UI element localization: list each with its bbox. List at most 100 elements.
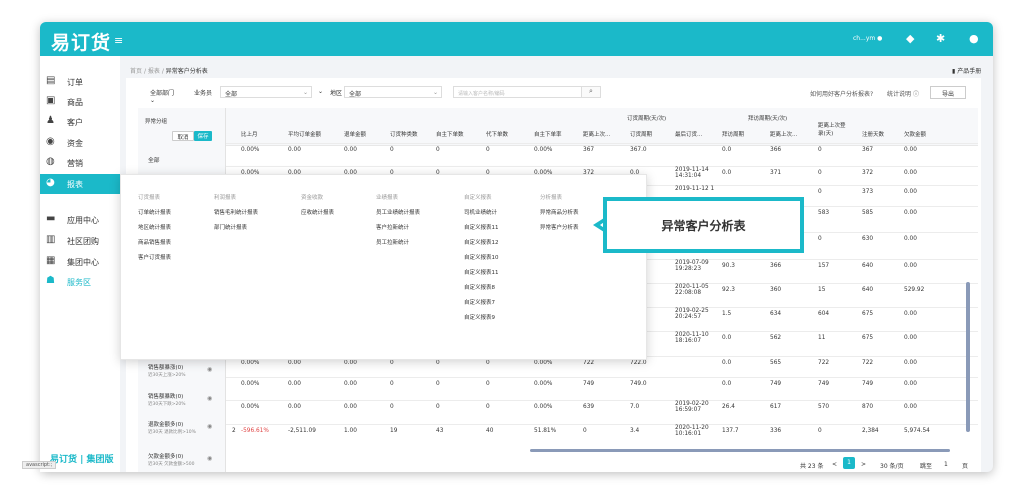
column-header[interactable]: 退单金额 bbox=[344, 130, 366, 138]
vertical-scrollbar[interactable] bbox=[966, 282, 970, 432]
howto-link[interactable]: 如何用好客户分析报表? bbox=[810, 89, 873, 98]
sidebar-item-funds[interactable]: ◉ 资金 bbox=[40, 133, 120, 153]
help-icon: ⓘ bbox=[912, 91, 919, 98]
region-select[interactable]: 全部 ⌄ bbox=[344, 86, 442, 98]
table-cell: 3.4 bbox=[630, 428, 640, 434]
group-item[interactable]: 欠款金额多(0) bbox=[148, 452, 183, 460]
settings-icon[interactable]: ✱ bbox=[936, 32, 945, 45]
table-cell: 0.00 bbox=[904, 147, 917, 153]
column-header[interactable]: 最后订货... bbox=[675, 130, 702, 138]
search-input[interactable]: 请输入客户名称/编码 bbox=[453, 86, 583, 98]
table-cell: 604 bbox=[818, 311, 830, 317]
table-cell: 0 bbox=[818, 147, 822, 153]
column-header[interactable]: 平均订单金额 bbox=[288, 130, 321, 138]
app-logo[interactable]: 易订货 bbox=[51, 28, 111, 55]
table-cell: 0.0 bbox=[722, 170, 732, 176]
column-header[interactable]: 自主下单率 bbox=[534, 130, 562, 138]
dropdown-item[interactable]: 部门统计报表 bbox=[214, 223, 247, 231]
group-item-sub: 近30天上涨>20% bbox=[148, 373, 186, 378]
mobile-icon[interactable]: ◆ bbox=[906, 32, 914, 45]
dropdown-item[interactable]: 自定义报表11 bbox=[464, 268, 499, 276]
dropdown-item[interactable]: 员工业绩统计报表 bbox=[376, 208, 420, 216]
user-name[interactable]: ch...ym ● bbox=[853, 35, 882, 42]
cancel-button[interactable]: 取消 bbox=[172, 131, 194, 141]
dropdown-section-head: 订货报表 bbox=[138, 195, 161, 201]
column-header[interactable]: 注册天数 bbox=[862, 130, 884, 138]
dropdown-item[interactable]: 应收统计报表 bbox=[301, 208, 334, 216]
table-cell: 2019-11-14 14:31:04 bbox=[675, 167, 709, 179]
hamburger-icon[interactable]: ≡ bbox=[114, 34, 123, 47]
column-header[interactable]: 欠款金额 bbox=[904, 130, 926, 138]
breadcrumb-reports[interactable]: 报表 bbox=[148, 68, 160, 75]
notification-icon[interactable]: ● bbox=[969, 32, 979, 45]
table-cell: 0 bbox=[436, 360, 440, 366]
horizontal-scrollbar[interactable] bbox=[530, 449, 950, 452]
table-cell: 43 bbox=[436, 428, 444, 434]
export-button[interactable]: 导出 bbox=[930, 86, 966, 99]
row-divider bbox=[226, 166, 978, 167]
dropdown-item[interactable]: 异常客户分析表 bbox=[540, 223, 579, 231]
dropdown-item[interactable]: 客户订货报表 bbox=[138, 253, 171, 261]
column-header[interactable]: 订货周期 bbox=[630, 130, 652, 138]
column-header[interactable]: 距离上次... bbox=[770, 130, 797, 138]
prev-page-button[interactable]: < bbox=[832, 461, 837, 468]
group-all[interactable]: 全部 bbox=[148, 155, 160, 164]
table-cell: 367.0 bbox=[630, 147, 647, 153]
sidebar-item-group[interactable]: ▦ 集团中心 bbox=[40, 252, 120, 272]
group-item[interactable]: 销售额暴涨(0) bbox=[148, 363, 183, 371]
eye-icon[interactable]: ◉ bbox=[207, 395, 212, 402]
dropdown-item[interactable]: 自定义报表11 bbox=[464, 223, 499, 231]
dropdown-item[interactable]: 自定义报表9 bbox=[464, 313, 495, 321]
sidebar-item-marketing[interactable]: ◍ 营销 bbox=[40, 153, 120, 173]
table-cell: 11 bbox=[818, 335, 826, 341]
column-header[interactable]: 距离上次... bbox=[583, 130, 610, 138]
table-cell: 0 bbox=[486, 404, 490, 410]
dept-select[interactable]: 全部部门 ⌄ bbox=[146, 86, 184, 104]
table-cell: 336 bbox=[770, 428, 782, 434]
page-1-button[interactable]: 1 bbox=[843, 457, 855, 469]
row-divider bbox=[226, 424, 978, 425]
sidebar-item-customers[interactable]: ♟ 客户 bbox=[40, 112, 120, 132]
group-item[interactable]: 退款金额多(0) bbox=[148, 420, 183, 428]
search-icon[interactable]: ⌕ bbox=[581, 86, 601, 98]
save-button[interactable]: 保存 bbox=[194, 131, 212, 141]
dropdown-item[interactable]: 销售毛利统计报表 bbox=[214, 208, 258, 216]
eye-icon[interactable]: ◉ bbox=[207, 366, 212, 373]
table-cell: 0.00 bbox=[904, 404, 917, 410]
explain-link[interactable]: 统计说明 ⓘ bbox=[887, 89, 919, 98]
dropdown-item[interactable]: 司机业绩统计 bbox=[464, 208, 497, 216]
dropdown-item[interactable]: 地区统计报表 bbox=[138, 223, 171, 231]
sidebar-item-service[interactable]: ☗ 服务区 bbox=[40, 272, 120, 292]
column-header[interactable]: 自主下单数 bbox=[436, 130, 464, 138]
column-header[interactable]: 代下单数 bbox=[486, 130, 508, 138]
table-cell: 371 bbox=[770, 170, 782, 176]
column-header[interactable]: 拜访周期 bbox=[722, 130, 744, 138]
breadcrumb-home[interactable]: 首页 bbox=[130, 68, 142, 75]
manual-link[interactable]: ▮ 产品手册 bbox=[952, 66, 981, 75]
column-header[interactable]: 距离上次登录(天) bbox=[818, 121, 846, 137]
sidebar-item-goods[interactable]: ▣ 商品 bbox=[40, 92, 120, 112]
dropdown-item[interactable]: 订单统计报表 bbox=[138, 208, 171, 216]
eye-icon[interactable]: ◉ bbox=[207, 455, 212, 462]
sidebar-item-orders[interactable]: ▤ 订单 bbox=[40, 72, 120, 92]
dropdown-item[interactable]: 商品销售报表 bbox=[138, 238, 171, 246]
salesman-select[interactable]: 全部 ⌄ bbox=[220, 86, 312, 98]
dropdown-item[interactable]: 自定义报表7 bbox=[464, 298, 495, 306]
column-header[interactable]: 订货种类数 bbox=[390, 130, 418, 138]
dropdown-item[interactable]: 自定义报表8 bbox=[464, 283, 495, 291]
dropdown-item[interactable]: 员工拉新统计 bbox=[376, 238, 409, 246]
eye-icon[interactable]: ◉ bbox=[207, 423, 212, 430]
per-page-select[interactable]: 30 条/页 bbox=[880, 461, 904, 470]
dropdown-item[interactable]: 自定义报表12 bbox=[464, 238, 499, 246]
sidebar-item-reports[interactable]: ◕ 报表 bbox=[40, 174, 120, 194]
dropdown-item[interactable]: 异常商品分析表 bbox=[540, 208, 579, 216]
table-cell: 0 bbox=[390, 404, 394, 410]
goto-input[interactable]: 1 bbox=[944, 461, 948, 468]
sidebar-item-app-center[interactable]: ▬ 应用中心 bbox=[40, 210, 120, 230]
dropdown-item[interactable]: 自定义报表10 bbox=[464, 253, 499, 261]
sidebar-item-community[interactable]: ▥ 社区团购 bbox=[40, 231, 120, 251]
column-header[interactable]: 比上月 bbox=[241, 130, 258, 138]
dropdown-item[interactable]: 客户拉新统计 bbox=[376, 223, 409, 231]
next-page-button[interactable]: > bbox=[861, 461, 866, 468]
group-item[interactable]: 销售额暴跌(0) bbox=[148, 392, 183, 400]
